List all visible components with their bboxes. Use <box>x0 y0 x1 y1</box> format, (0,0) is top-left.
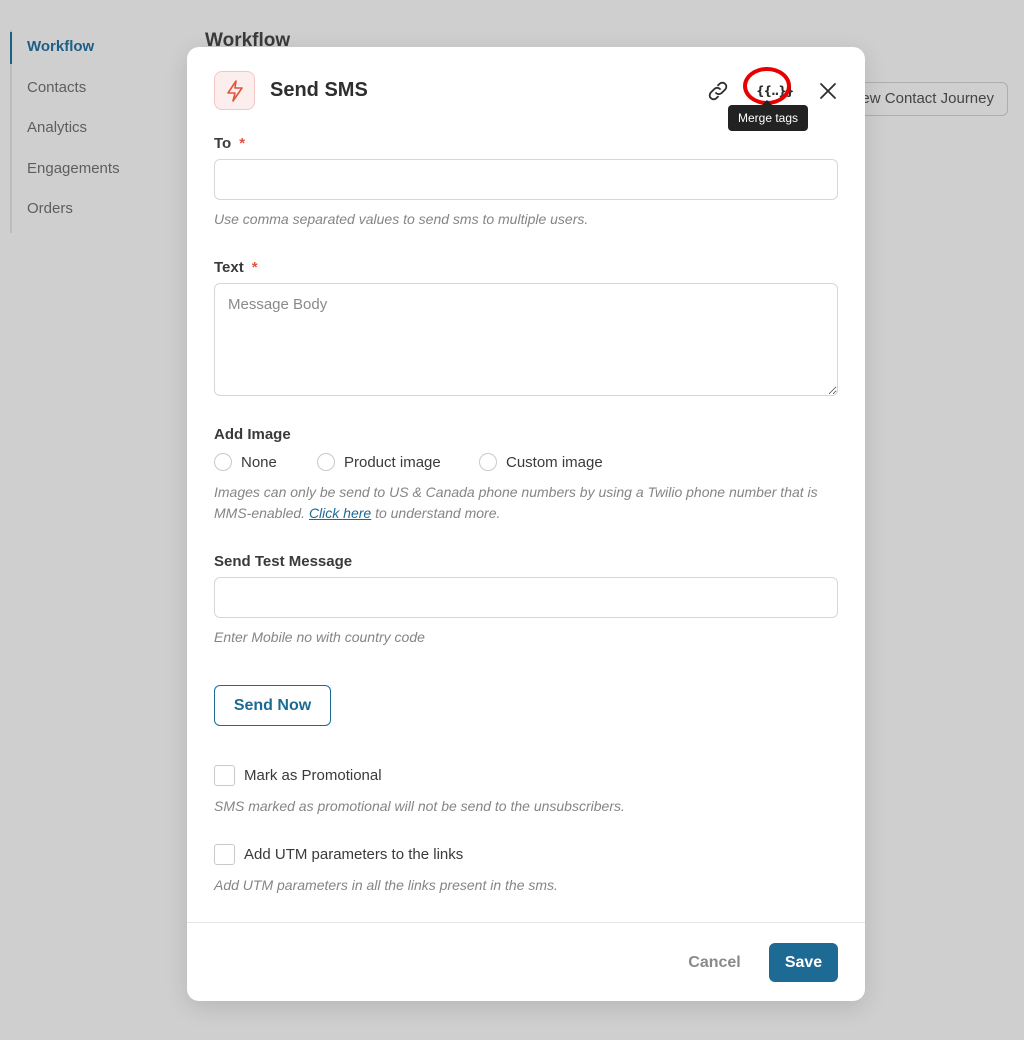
required-mark: * <box>239 135 246 152</box>
test-mobile-input[interactable] <box>214 577 838 618</box>
sidebar-item-orders[interactable]: Orders <box>12 192 170 233</box>
radio-label: None <box>241 453 277 471</box>
add-image-help-after: to understand more. <box>375 505 501 521</box>
sidebar-item-workflow[interactable]: Workflow <box>12 30 170 71</box>
sidebar-item-contacts[interactable]: Contacts <box>12 71 170 112</box>
mark-promotional-checkbox-row[interactable]: Mark as Promotional <box>214 765 382 786</box>
sidebar-item-analytics[interactable]: Analytics <box>12 111 170 152</box>
modal-header: Send SMS {{..}} Merge tags <box>214 67 840 131</box>
to-label-text: To <box>214 135 232 152</box>
test-message-help-text: Enter Mobile no with country code <box>214 629 425 645</box>
mark-promotional-checkbox[interactable] <box>214 765 235 786</box>
to-help-text: Use comma separated values to send sms t… <box>214 211 589 227</box>
send-now-button[interactable]: Send Now <box>214 685 331 726</box>
click-here-link[interactable]: Click here <box>309 505 371 521</box>
utm-label: Add UTM parameters to the links <box>244 846 464 863</box>
text-label-text: Text <box>214 259 244 276</box>
radio-product-image[interactable]: Product image <box>317 453 441 471</box>
sidebar-item-engagements[interactable]: Engagements <box>12 152 170 193</box>
utm-checkbox-row[interactable]: Add UTM parameters to the links <box>214 844 463 865</box>
close-icon[interactable] <box>816 79 840 103</box>
sidebar-active-indicator <box>10 32 12 64</box>
radio-label: Custom image <box>506 453 603 471</box>
radio-circle[interactable] <box>479 453 497 471</box>
mark-promotional-label: Mark as Promotional <box>244 767 382 784</box>
footer-divider <box>187 922 865 923</box>
add-image-help-before: Images can only be send to US & Canada p… <box>214 484 818 521</box>
save-button[interactable]: Save <box>769 943 838 982</box>
to-input[interactable] <box>214 159 838 200</box>
utm-help-text: Add UTM parameters in all the links pres… <box>214 877 558 893</box>
merge-tags-tooltip: Merge tags <box>728 100 808 131</box>
radio-circle[interactable] <box>317 453 335 471</box>
send-test-message-label: Send Test Message <box>214 553 353 570</box>
radio-none[interactable]: None <box>214 453 277 471</box>
lightning-icon <box>214 71 255 110</box>
promotional-help-text: SMS marked as promotional will not be se… <box>214 798 625 814</box>
add-image-label: Add Image <box>214 426 291 443</box>
message-body-textarea[interactable] <box>214 283 838 396</box>
add-image-help-text: Images can only be send to US & Canada p… <box>214 482 838 524</box>
radio-label: Product image <box>344 453 441 471</box>
text-label: Text * <box>214 259 258 276</box>
send-sms-modal: Send SMS {{..}} Merge tags To * Use comma… <box>187 47 865 1001</box>
radio-circle[interactable] <box>214 453 232 471</box>
link-icon[interactable] <box>706 79 730 103</box>
sidebar: Workflow Contacts Analytics Engagements … <box>10 30 170 233</box>
view-contact-journey-button[interactable]: View Contact Journey <box>840 82 1008 116</box>
to-label: To * <box>214 135 245 152</box>
utm-checkbox[interactable] <box>214 844 235 865</box>
required-mark: * <box>251 259 258 276</box>
modal-title: Send SMS <box>270 79 368 101</box>
radio-custom-image[interactable]: Custom image <box>479 453 603 471</box>
cancel-button[interactable]: Cancel <box>677 943 752 982</box>
